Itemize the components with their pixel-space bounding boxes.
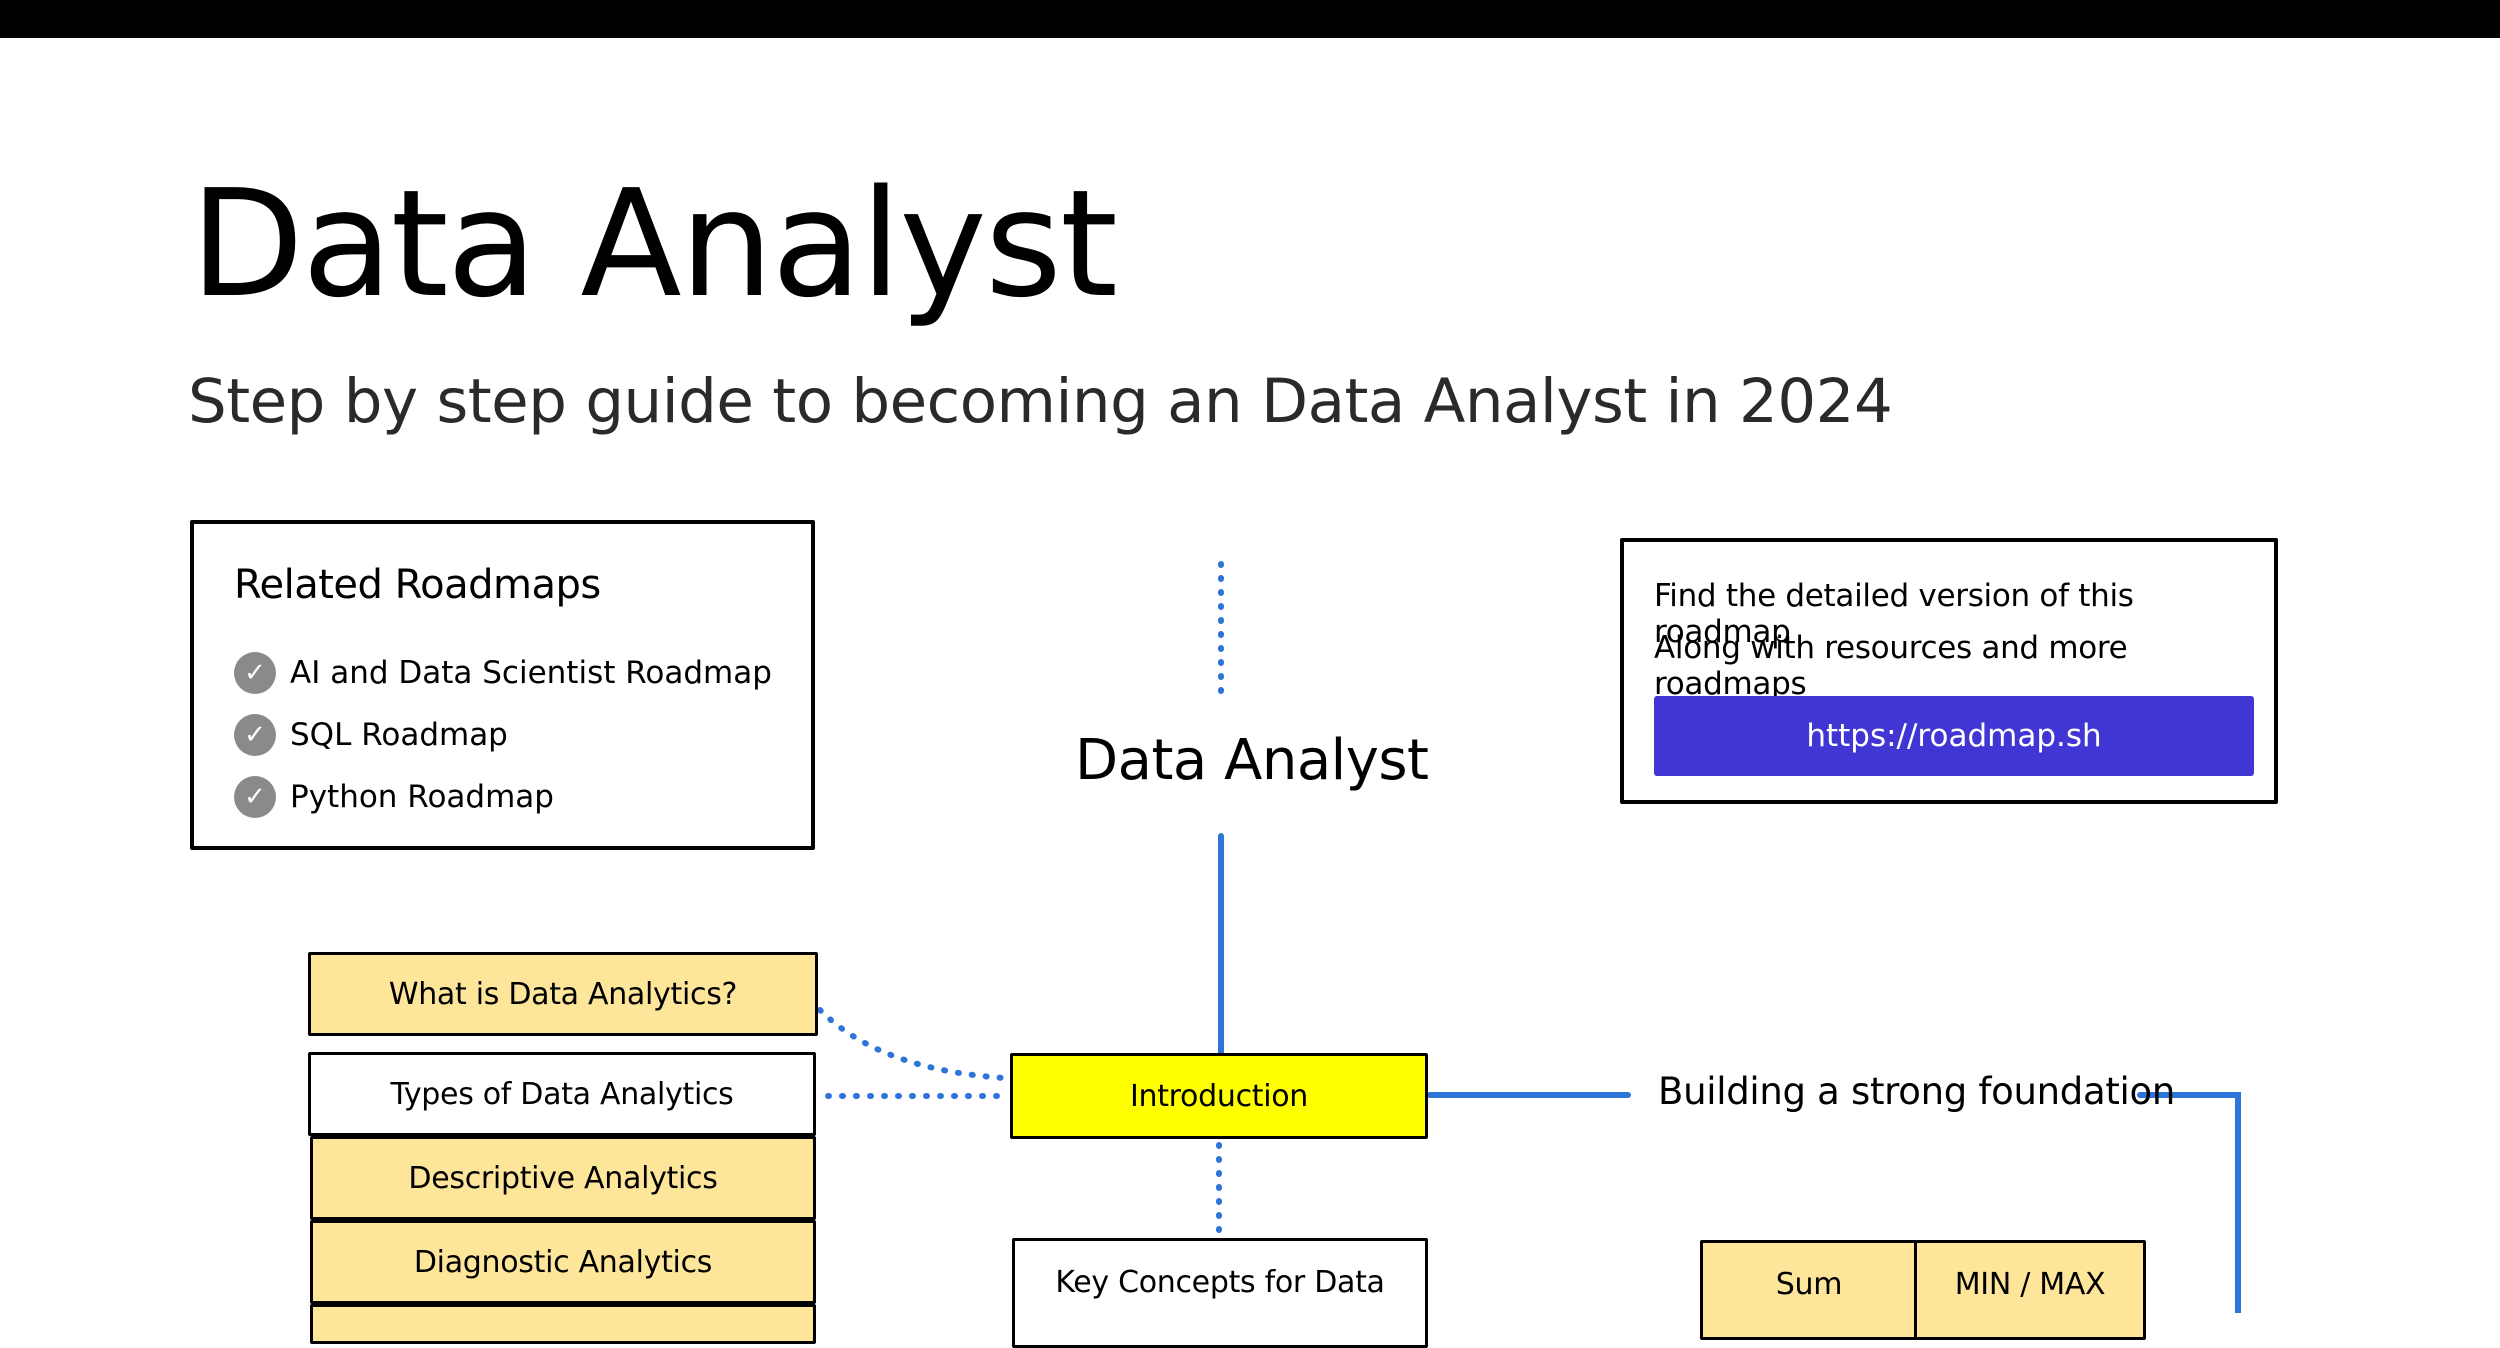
- topic-what-is-data-analytics[interactable]: What is Data Analytics?: [308, 952, 818, 1036]
- topic-partial-next[interactable]: [310, 1304, 816, 1344]
- foundation-label: Building a strong foundation: [1658, 1070, 2176, 1113]
- diagram-title: Data Analyst: [1075, 728, 1429, 793]
- key-concepts-node[interactable]: Key Concepts for Data: [1012, 1238, 1428, 1348]
- dotted-connector-what-is: [817, 1007, 1008, 1081]
- topic-min-max[interactable]: MIN / MAX: [1914, 1240, 2146, 1340]
- topic-sum[interactable]: Sum: [1700, 1240, 1918, 1340]
- introduction-node[interactable]: Introduction: [1010, 1053, 1428, 1139]
- topic-diagnostic-analytics[interactable]: Diagnostic Analytics: [310, 1220, 816, 1304]
- topic-types-of-data-analytics[interactable]: Types of Data Analytics: [308, 1052, 816, 1136]
- topic-descriptive-analytics[interactable]: Descriptive Analytics: [310, 1136, 816, 1220]
- solid-connector-foundation-down: [2137, 1092, 2241, 1313]
